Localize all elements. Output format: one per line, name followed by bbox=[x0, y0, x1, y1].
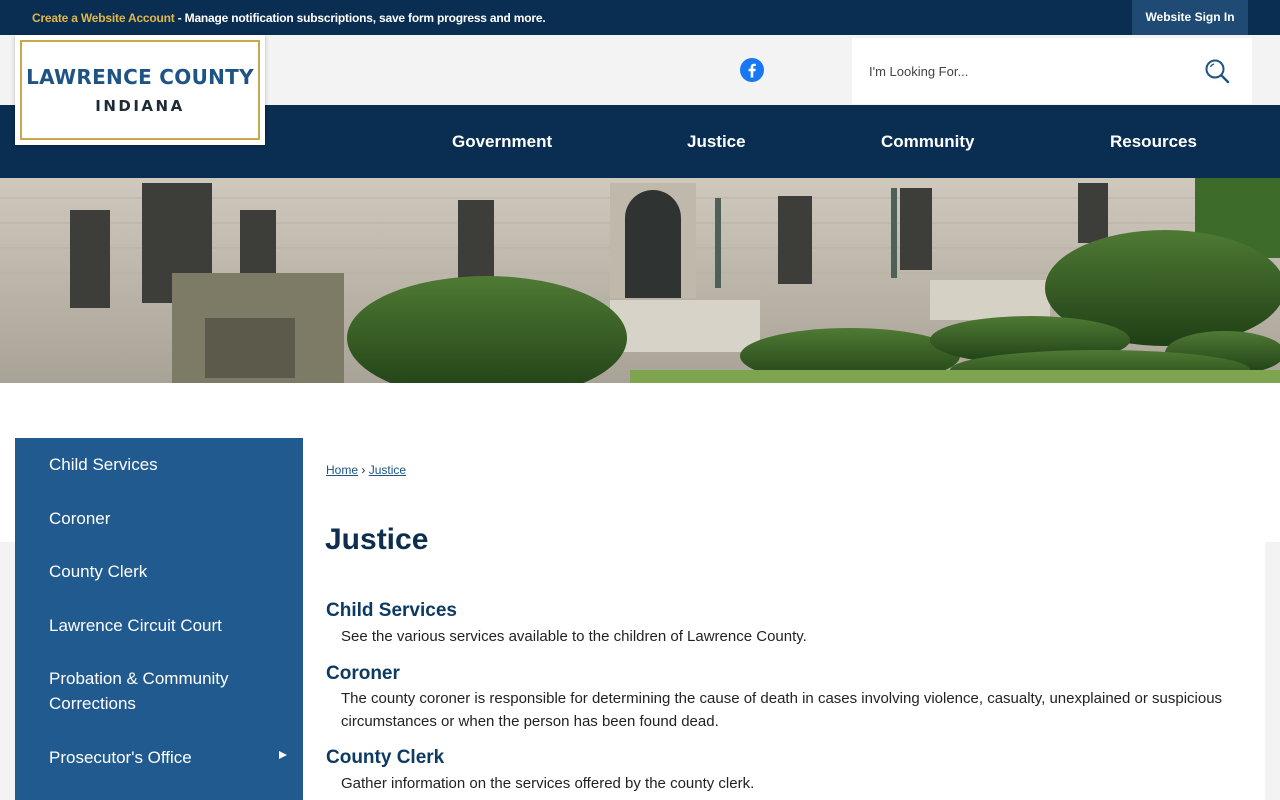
breadcrumb-justice[interactable]: Justice bbox=[369, 463, 406, 477]
site-logo[interactable]: LAWRENCE COUNTY INDIANA bbox=[15, 35, 265, 145]
account-message-text: - Manage notification subscriptions, sav… bbox=[174, 11, 546, 25]
logo-title: LAWRENCE COUNTY bbox=[26, 65, 254, 89]
sidebar-item-coroner[interactable]: Coroner bbox=[49, 506, 259, 531]
search-input[interactable] bbox=[862, 56, 1182, 86]
search-box bbox=[852, 38, 1252, 104]
page-title: Justice bbox=[325, 523, 429, 556]
sign-in-button[interactable]: Website Sign In bbox=[1132, 0, 1248, 35]
nav-government[interactable]: Government bbox=[452, 105, 552, 178]
sidebar-item-county-clerk[interactable]: County Clerk bbox=[49, 559, 259, 584]
section-text-coroner: The county coroner is responsible for de… bbox=[341, 690, 1223, 730]
sidebar-item-probation[interactable]: Probation & Community Corrections bbox=[49, 666, 259, 716]
create-account-link[interactable]: Create a Website Account bbox=[32, 11, 175, 25]
search-icon[interactable] bbox=[1204, 58, 1230, 84]
section-text-child-services: See the various services available to th… bbox=[341, 628, 807, 645]
sidebar-item-child-services[interactable]: Child Services bbox=[49, 452, 259, 477]
nav-justice[interactable]: Justice bbox=[687, 105, 746, 178]
triangle-right-icon[interactable] bbox=[278, 750, 288, 760]
breadcrumb-separator: › bbox=[361, 463, 366, 477]
sidebar-item-prosecutors-office[interactable]: Prosecutor's Office bbox=[49, 745, 259, 770]
section-heading-county-clerk[interactable]: County Clerk bbox=[326, 747, 444, 769]
section-heading-child-services[interactable]: Child Services bbox=[326, 600, 457, 622]
utility-bar: Create a Website Account - Manage notifi… bbox=[0, 0, 1280, 35]
nav-community[interactable]: Community bbox=[881, 105, 975, 178]
facebook-icon[interactable] bbox=[740, 58, 764, 82]
section-text-county-clerk: Gather information on the services offer… bbox=[341, 775, 755, 792]
banner-image bbox=[0, 178, 1280, 383]
nav-resources[interactable]: Resources bbox=[1110, 105, 1197, 178]
logo-subtitle: INDIANA bbox=[95, 97, 185, 115]
sidebar-item-lawrence-circuit-court[interactable]: Lawrence Circuit Court bbox=[49, 613, 259, 638]
section-heading-coroner[interactable]: Coroner bbox=[326, 663, 400, 685]
breadcrumb-home[interactable]: Home bbox=[326, 463, 358, 477]
breadcrumb: Home › Justice bbox=[326, 463, 406, 477]
sidebar-items: Child Services Coroner County Clerk Lawr… bbox=[15, 438, 303, 800]
account-message: Create a Website Account - Manage notifi… bbox=[32, 11, 546, 25]
logo-frame bbox=[20, 40, 260, 140]
